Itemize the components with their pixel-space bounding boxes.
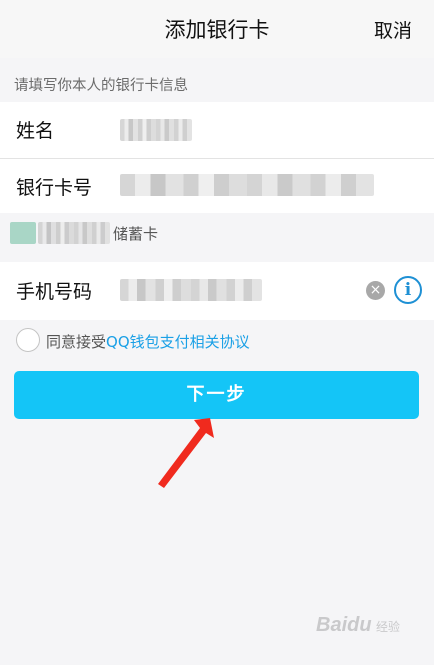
phone-value-redacted[interactable] (120, 279, 262, 301)
card-info-section: 姓名 银行卡号 (0, 102, 434, 213)
card-number-row[interactable]: 银行卡号 (0, 159, 434, 215)
agree-radio[interactable] (16, 328, 40, 352)
next-button[interactable]: 下一步 (14, 371, 419, 419)
agreement-link[interactable]: QQ钱包支付相关协议 (106, 333, 250, 351)
clear-icon[interactable]: × (366, 281, 385, 300)
top-bar: 添加银行卡 取消 (0, 0, 434, 58)
form-hint: 请填写你本人的银行卡信息 (14, 78, 188, 94)
watermark-sub: 经验 (376, 620, 401, 634)
agreement-prefix: 同意接受 (46, 333, 107, 351)
info-icon[interactable]: i (394, 276, 422, 304)
card-number-label: 银行卡号 (16, 177, 93, 199)
card-type-label: 储蓄卡 (113, 225, 159, 243)
agreement-text: 同意接受QQ钱包支付相关协议 (46, 331, 250, 352)
bank-info-line: 储蓄卡 (0, 213, 434, 253)
name-value-redacted[interactable] (120, 119, 192, 141)
red-arrow-annotation (158, 418, 214, 488)
page-title: 添加银行卡 (164, 18, 270, 42)
watermark-text: Baidu (316, 614, 372, 636)
card-number-value-redacted[interactable] (120, 174, 374, 196)
watermark: Baidu 经验 (316, 614, 400, 637)
cancel-button[interactable]: 取消 (374, 16, 412, 43)
bank-logo-icon (10, 222, 36, 244)
phone-label: 手机号码 (16, 281, 93, 303)
name-row[interactable]: 姓名 (0, 102, 434, 158)
bank-name-redacted (38, 222, 110, 244)
name-label: 姓名 (16, 120, 55, 142)
